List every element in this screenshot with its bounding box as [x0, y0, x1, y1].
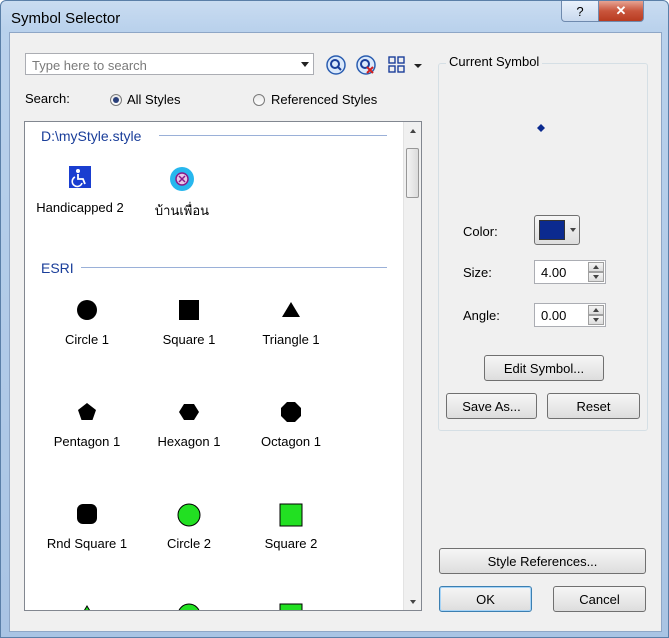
close-button[interactable]: ✕ — [598, 1, 644, 22]
help-button[interactable]: ? — [561, 1, 599, 22]
referenced-styles-radio[interactable] — [253, 94, 265, 106]
grid-view-icon — [388, 56, 422, 73]
blue-circle-x-icon — [170, 167, 194, 191]
chevron-up-icon — [593, 308, 599, 312]
search-button[interactable] — [326, 55, 346, 75]
all-styles-radio[interactable] — [110, 94, 122, 106]
view-options-button[interactable] — [387, 55, 427, 75]
chevron-down-icon — [593, 318, 599, 322]
black-triangle-icon — [282, 302, 300, 317]
current-symbol-title: Current Symbol — [446, 54, 543, 69]
color-label: Color: — [463, 224, 498, 239]
green-circle-icon — [178, 603, 200, 610]
symbol-name: Pentagon 1 — [53, 434, 121, 449]
symbol-preview — [537, 124, 545, 132]
vertical-scrollbar[interactable] — [403, 122, 421, 610]
size-decrement-button[interactable] — [588, 272, 604, 282]
chevron-down-icon — [593, 275, 599, 279]
chevron-down-icon — [570, 228, 576, 232]
black-circle-icon — [77, 300, 97, 320]
title-bar: Symbol Selector ? ✕ — [1, 1, 668, 35]
angle-stepper[interactable]: 0.00 — [534, 303, 606, 327]
chevron-up-icon — [409, 128, 416, 133]
help-icon: ? — [576, 3, 584, 19]
referenced-styles-label[interactable]: Referenced Styles — [271, 92, 377, 107]
symbol-name: Rnd Square 1 — [46, 536, 128, 551]
edit-symbol-button[interactable]: Edit Symbol... — [484, 355, 604, 381]
angle-decrement-button[interactable] — [588, 315, 604, 325]
size-value[interactable]: 4.00 — [541, 265, 566, 280]
close-icon: ✕ — [615, 3, 627, 18]
black-rounded-square-icon — [77, 504, 97, 524]
symbol-name: Hexagon 1 — [157, 434, 221, 449]
symbol-name: Octagon 1 — [261, 434, 321, 449]
symbol-name: Square 1 — [162, 332, 216, 347]
search-scope-label: Search: — [25, 91, 70, 106]
symbol-name: Triangle 1 — [262, 332, 320, 347]
search-icon — [326, 55, 346, 75]
search-combobox[interactable] — [25, 53, 314, 75]
all-styles-label[interactable]: All Styles — [127, 92, 180, 107]
window-title: Symbol Selector — [11, 10, 121, 27]
reset-button[interactable]: Reset — [547, 393, 640, 419]
ok-button[interactable]: OK — [439, 586, 532, 612]
symbol-name: Circle 1 — [64, 332, 110, 347]
scroll-up-button[interactable] — [404, 122, 421, 139]
symbol-name: Circle 2 — [166, 536, 212, 551]
angle-value[interactable]: 0.00 — [541, 308, 566, 323]
color-swatch — [539, 220, 565, 240]
size-stepper[interactable]: 4.00 — [534, 260, 606, 284]
dialog-client-area: Search: All Styles Referenced Styles D:\… — [9, 32, 662, 632]
color-picker-button[interactable] — [534, 215, 580, 245]
black-pentagon-icon — [78, 403, 96, 420]
scroll-thumb[interactable] — [406, 148, 419, 198]
save-as-button[interactable]: Save As... — [446, 393, 537, 419]
green-square-icon — [279, 503, 303, 527]
green-triangle-icon — [84, 605, 90, 610]
chevron-up-icon — [593, 265, 599, 269]
symbol-name: Handicapped 2 — [36, 200, 124, 215]
green-circle-icon — [177, 503, 201, 527]
clear-search-icon — [356, 55, 376, 75]
symbol-list[interactable]: D:\myStyle.style Handicapped 2 บ้านเพื่อ… — [24, 121, 422, 611]
black-octagon-icon — [281, 402, 301, 422]
symbol-selector-window: Symbol Selector ? ✕ Type here to search … — [0, 0, 669, 638]
symbol-name: Square 2 — [264, 536, 318, 551]
group-header-mystyle: D:\myStyle.style — [41, 128, 142, 144]
black-square-icon — [179, 300, 199, 320]
size-label: Size: — [463, 265, 492, 280]
black-hexagon-icon — [179, 404, 199, 420]
group-divider — [81, 267, 387, 268]
chevron-down-icon — [409, 599, 416, 604]
group-header-esri: ESRI — [41, 260, 74, 276]
search-input[interactable] — [30, 56, 294, 74]
size-increment-button[interactable] — [588, 262, 604, 272]
chevron-down-icon[interactable] — [301, 62, 309, 67]
angle-increment-button[interactable] — [588, 305, 604, 315]
green-square-icon — [279, 603, 303, 610]
wheelchair-icon — [69, 166, 91, 188]
group-divider — [159, 135, 387, 136]
cancel-button[interactable]: Cancel — [553, 586, 646, 612]
style-references-button[interactable]: Style References... — [439, 548, 646, 574]
clear-search-button[interactable] — [356, 55, 376, 75]
scroll-down-button[interactable] — [404, 593, 421, 610]
angle-label: Angle: — [463, 308, 500, 323]
symbol-name: บ้านเพื่อน — [154, 203, 210, 218]
